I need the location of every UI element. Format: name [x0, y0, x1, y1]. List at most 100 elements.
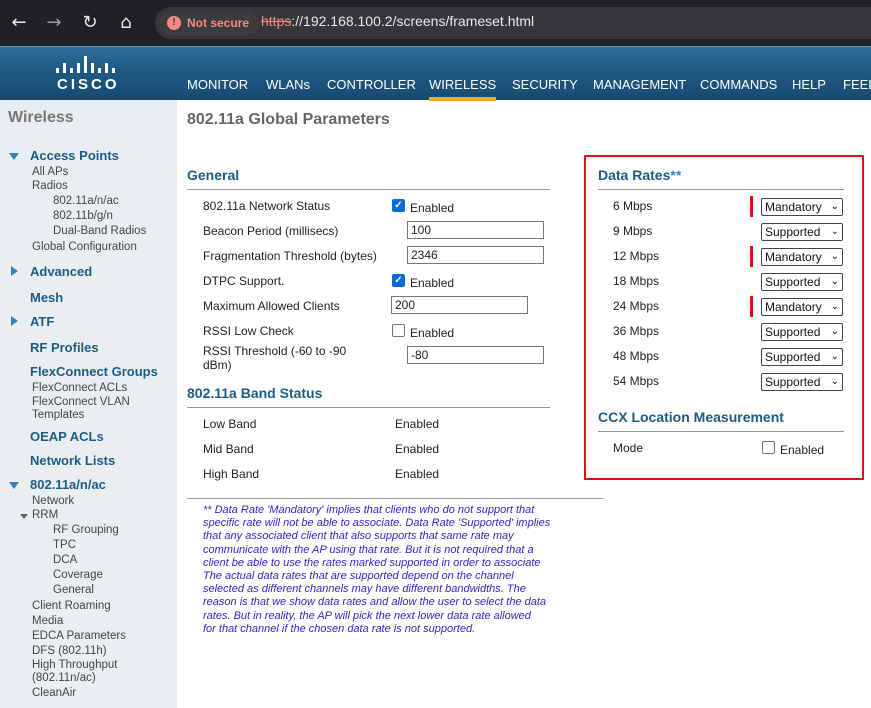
sidebar-atf[interactable]: ATF [30, 314, 54, 329]
rate-select[interactable]: Supported ⌄ [761, 273, 843, 291]
sidebar-access-points[interactable]: Access Points [30, 148, 119, 163]
footnote-line: ** Data Rate 'Mandatory' implies that cl… [203, 504, 535, 516]
rate-select[interactable]: Supported ⌄ [761, 223, 843, 241]
nav-wireless[interactable]: WIRELESS [429, 77, 497, 101]
collapsed-triangle-icon[interactable] [11, 316, 18, 326]
forward-arrow-icon[interactable]: → [42, 11, 66, 35]
nav-feedback[interactable]: FEED [843, 77, 871, 101]
sidebar-oeap-acls[interactable]: OEAP ACLs [30, 429, 104, 444]
sidebar-general[interactable]: General [53, 584, 94, 596]
ccx-mode-checkbox[interactable] [762, 441, 775, 454]
sidebar-radio-b[interactable]: 802.11b/g/n [53, 210, 113, 222]
nav-monitor[interactable]: MONITOR [187, 77, 248, 101]
back-arrow-icon[interactable]: ← [7, 11, 31, 35]
chevron-down-icon: ⌄ [830, 351, 839, 362]
rate-select-value: Mandatory [765, 250, 822, 264]
sidebar-rf-profiles[interactable]: RF Profiles [30, 340, 99, 355]
nav-management[interactable]: MANAGEMENT [593, 77, 686, 101]
general-heading: General [187, 167, 240, 183]
home-icon[interactable]: ⌂ [114, 11, 138, 35]
reload-icon[interactable]: ↻ [78, 11, 102, 35]
low-band-value: Enabled [395, 417, 440, 431]
rssi-low-text: Enabled [410, 326, 455, 340]
frag-input[interactable]: 2346 [407, 246, 544, 264]
rate-select-value: Mandatory [765, 300, 822, 314]
nav-help[interactable]: HELP [792, 77, 826, 101]
nav-wlans[interactable]: WLANs [266, 77, 310, 101]
expanded-triangle-icon[interactable] [9, 482, 19, 489]
max-clients-input[interactable]: 200 [391, 296, 528, 314]
sidebar-coverage[interactable]: Coverage [53, 569, 103, 581]
sidebar-rf-grouping[interactable]: RF Grouping [53, 524, 119, 536]
sidebar-flexconnect-vlan[interactable]: FlexConnect VLAN [32, 396, 130, 408]
sidebar-flexconnect-acls[interactable]: FlexConnect ACLs [32, 382, 127, 394]
sidebar-radio-dual[interactable]: Dual-Band Radios [53, 225, 146, 237]
nav-commands[interactable]: COMMANDS [700, 77, 777, 101]
sidebar-flexconnect-groups[interactable]: FlexConnect Groups [30, 364, 158, 379]
rate-select[interactable]: Supported ⌄ [761, 323, 843, 341]
sidebar-network-lists[interactable]: Network Lists [30, 453, 115, 468]
dtpc-text: Enabled [410, 276, 455, 290]
footnote-divider [187, 498, 603, 499]
sidebar-templates[interactable]: Templates [32, 409, 84, 421]
general-divider [187, 189, 550, 190]
rate-select[interactable]: Supported ⌄ [761, 348, 843, 366]
rate-select-value: Supported [765, 350, 821, 364]
sidebar-dca[interactable]: DCA [53, 554, 77, 566]
url-text[interactable]: https://192.168.100.2/screens/frameset.h… [261, 13, 534, 29]
not-secure-chip[interactable]: ! Not secure [159, 11, 260, 35]
data-rates-title: Data Rates [598, 167, 671, 183]
sidebar-mesh[interactable]: Mesh [30, 290, 63, 305]
nav-controller[interactable]: CONTROLLER [327, 77, 416, 101]
sidebar-high-throughput-sub[interactable]: (802.11n/ac) [32, 672, 96, 684]
sidebar-tpc[interactable]: TPC [53, 539, 76, 551]
sidebar-all-aps[interactable]: All APs [32, 166, 68, 178]
sidebar-high-throughput[interactable]: High Throughput [32, 659, 117, 671]
frag-label: Fragmentation Threshold (bytes) [203, 249, 377, 263]
sidebar-network[interactable]: Network [32, 495, 74, 507]
rssi-threshold-label: RSSI Threshold (-60 to -90 [203, 344, 347, 358]
main-content: 802.11a Global Parameters General 802.11… [177, 100, 871, 708]
rssi-low-checkbox[interactable] [392, 324, 405, 337]
chevron-down-icon: ⌄ [830, 226, 839, 237]
beacon-input[interactable]: 100 [407, 221, 544, 239]
expanded-small-triangle-icon[interactable] [20, 514, 28, 519]
rate-select-value: Supported [765, 325, 821, 339]
high-band-label: High Band [203, 467, 260, 481]
ccx-mode-label: Mode [613, 441, 644, 455]
browser-toolbar: ← → ↻ ⌂ ! Not secure https://192.168.100… [0, 0, 871, 46]
nav-security[interactable]: SECURITY [512, 77, 578, 101]
chevron-down-icon: ⌄ [830, 201, 839, 212]
rssi-threshold-input[interactable]: -80 [407, 346, 544, 364]
rate-label: 48 Mbps [613, 349, 660, 363]
beacon-label: Beacon Period (millisecs) [203, 224, 339, 238]
sidebar: Wireless Access Points All APs Radios 80… [0, 100, 177, 708]
sidebar-rrm[interactable]: RRM [32, 509, 58, 521]
rate-select-value: Supported [765, 275, 821, 289]
sidebar-cleanair[interactable]: CleanAir [32, 687, 76, 699]
sidebar-edca[interactable]: EDCA Parameters [32, 630, 126, 642]
rate-select[interactable]: Mandatory ⌄ [761, 248, 843, 266]
sidebar-global-config[interactable]: Global Configuration [32, 241, 137, 253]
sidebar-media[interactable]: Media [32, 615, 63, 627]
mid-band-label: Mid Band [203, 442, 254, 456]
footnote-line: selected as different channels may have … [203, 583, 526, 596]
sidebar-advanced[interactable]: Advanced [30, 264, 92, 279]
rate-select[interactable]: Mandatory ⌄ [761, 298, 843, 316]
sidebar-band-a[interactable]: 802.11a/n/ac [30, 477, 106, 492]
expanded-triangle-icon[interactable] [9, 153, 19, 160]
rate-select[interactable]: Mandatory ⌄ [761, 198, 843, 216]
max-clients-label: Maximum Allowed Clients [203, 299, 340, 313]
collapsed-triangle-icon[interactable] [11, 266, 18, 276]
mandatory-marker [750, 246, 753, 267]
sidebar-radio-a[interactable]: 802.11a/n/ac [53, 195, 119, 207]
rssi-low-label: RSSI Low Check [203, 324, 294, 338]
rate-select[interactable]: Supported ⌄ [761, 373, 843, 391]
network-status-checkbox[interactable]: ✓ [392, 199, 405, 212]
rate-label: 6 Mbps [613, 199, 653, 213]
sidebar-client-roaming[interactable]: Client Roaming [32, 600, 111, 612]
sidebar-title: Wireless [8, 109, 74, 126]
sidebar-dfs[interactable]: DFS (802.11h) [32, 645, 107, 657]
dtpc-checkbox[interactable]: ✓ [392, 274, 405, 287]
footnote-line: The actual data rates that are supported… [203, 570, 514, 583]
